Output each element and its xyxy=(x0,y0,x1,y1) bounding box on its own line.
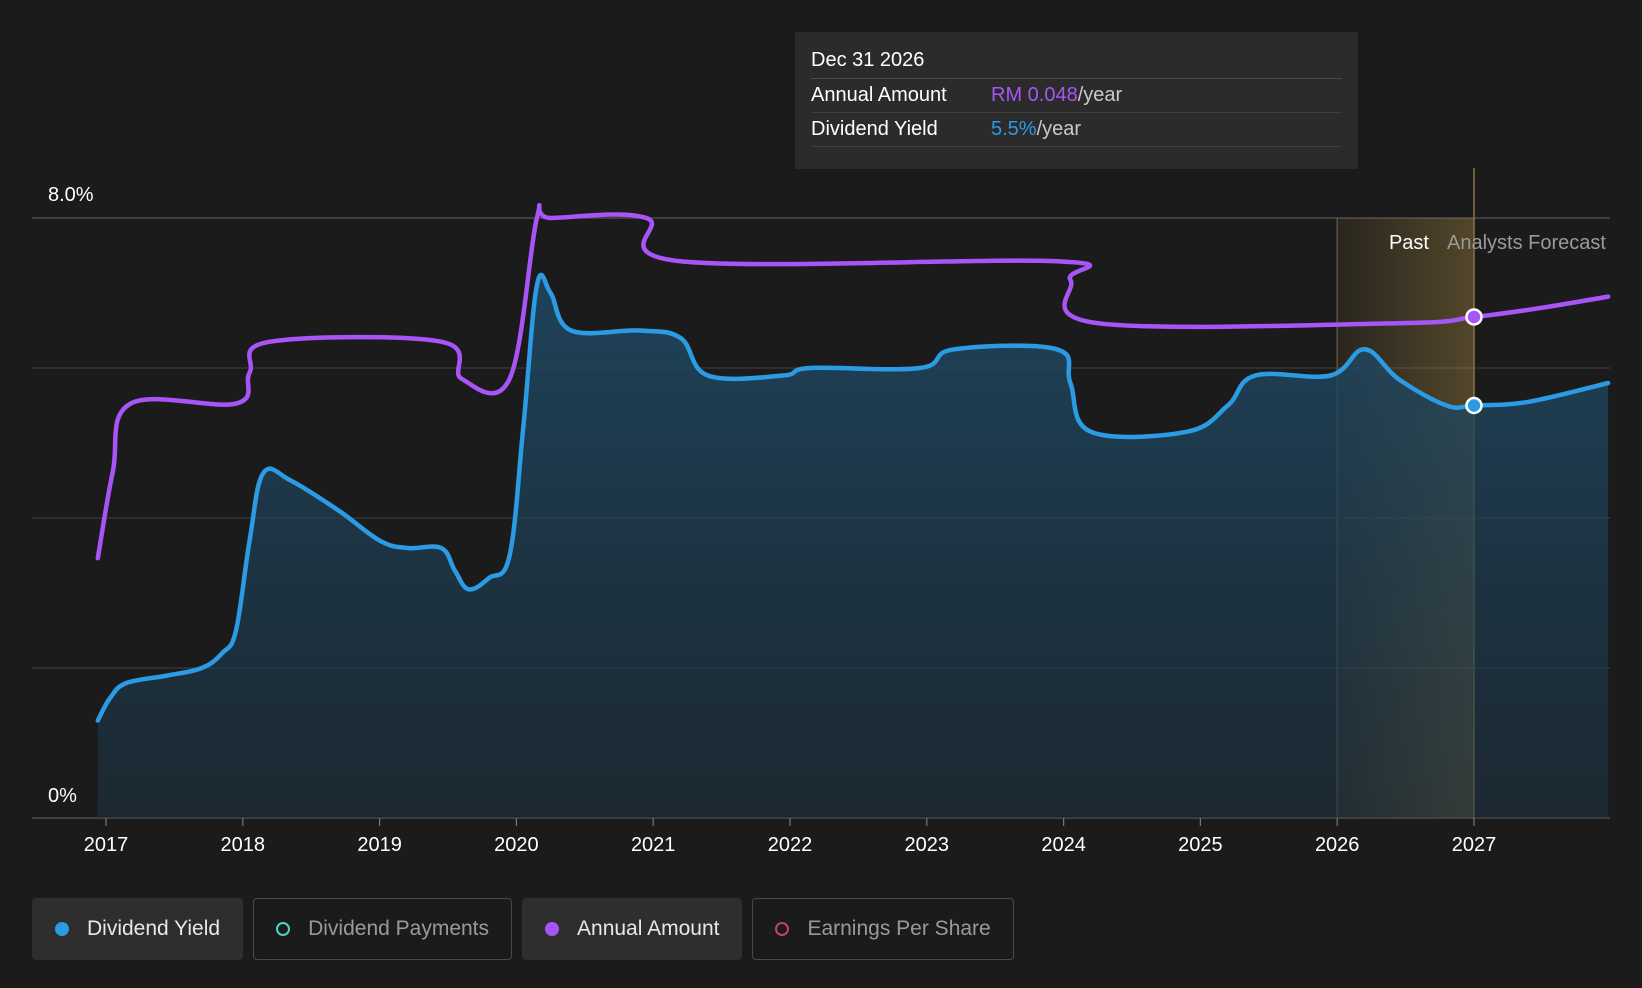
tooltip-suffix: /year xyxy=(1036,118,1082,140)
dividend-yield-marker xyxy=(1465,396,1483,415)
legend-label: Dividend Payments xyxy=(308,917,490,940)
tooltip-dividend-yield-value: 5.5% xyxy=(991,118,1037,140)
x-tick-label: 2020 xyxy=(494,834,539,856)
tooltip-suffix: /year xyxy=(1077,84,1123,106)
x-tick-label: 2019 xyxy=(357,834,402,856)
tooltip-row-annual-amount: Annual Amount RM 0.048/year xyxy=(811,79,1342,113)
x-tick-label: 2021 xyxy=(631,834,676,856)
x-tick-label: 2017 xyxy=(84,834,129,856)
x-tick-label: 2025 xyxy=(1178,834,1223,856)
legend-label: Dividend Yield xyxy=(87,917,221,940)
tooltip-annual-amount-value: RM 0.048 xyxy=(991,84,1078,106)
x-tick-label: 2024 xyxy=(1041,834,1086,856)
annual-amount-marker xyxy=(1465,308,1483,326)
tooltip-date: Dec 31 2026 xyxy=(811,46,1342,79)
hover-tooltip: Dec 31 2026 Annual Amount RM 0.048/year … xyxy=(795,32,1358,169)
dividend-payments-dot-icon xyxy=(276,922,291,936)
legend-label: Earnings Per Share xyxy=(807,917,991,940)
tooltip-label: Annual Amount xyxy=(811,84,947,106)
legend-label: Annual Amount xyxy=(577,917,720,940)
legend-dividend-payments-button[interactable]: Dividend Payments xyxy=(253,898,513,960)
tooltip-value: RM 0.048/year xyxy=(991,79,1122,112)
legend: Dividend Yield Dividend Payments Annual … xyxy=(32,898,1014,960)
dividend-yield-dot-icon xyxy=(55,922,69,936)
forecast-region-label: Analysts Forecast xyxy=(1447,232,1606,254)
tooltip-label: Dividend Yield xyxy=(811,118,938,140)
legend-earnings-per-share-button[interactable]: Earnings Per Share xyxy=(752,898,1014,960)
x-tick-label: 2022 xyxy=(768,834,813,856)
legend-annual-amount-button[interactable]: Annual Amount xyxy=(522,898,743,960)
annual-amount-dot-icon xyxy=(545,922,560,936)
x-tick-label: 2023 xyxy=(905,834,950,856)
tooltip-value: 5.5%/year xyxy=(991,113,1081,146)
y-axis-label-top: 8.0% xyxy=(48,184,94,206)
x-tick-label: 2027 xyxy=(1452,834,1497,856)
legend-dividend-yield-button[interactable]: Dividend Yield xyxy=(32,898,244,960)
past-region-label: Past xyxy=(1389,232,1429,254)
earnings-per-share-dot-icon xyxy=(775,922,790,936)
tooltip-row-dividend-yield: Dividend Yield 5.5%/year xyxy=(811,113,1342,147)
y-axis-label-bottom: 0% xyxy=(48,785,77,807)
x-tick-label: 2018 xyxy=(221,834,266,856)
x-tick-label: 2026 xyxy=(1315,834,1360,856)
